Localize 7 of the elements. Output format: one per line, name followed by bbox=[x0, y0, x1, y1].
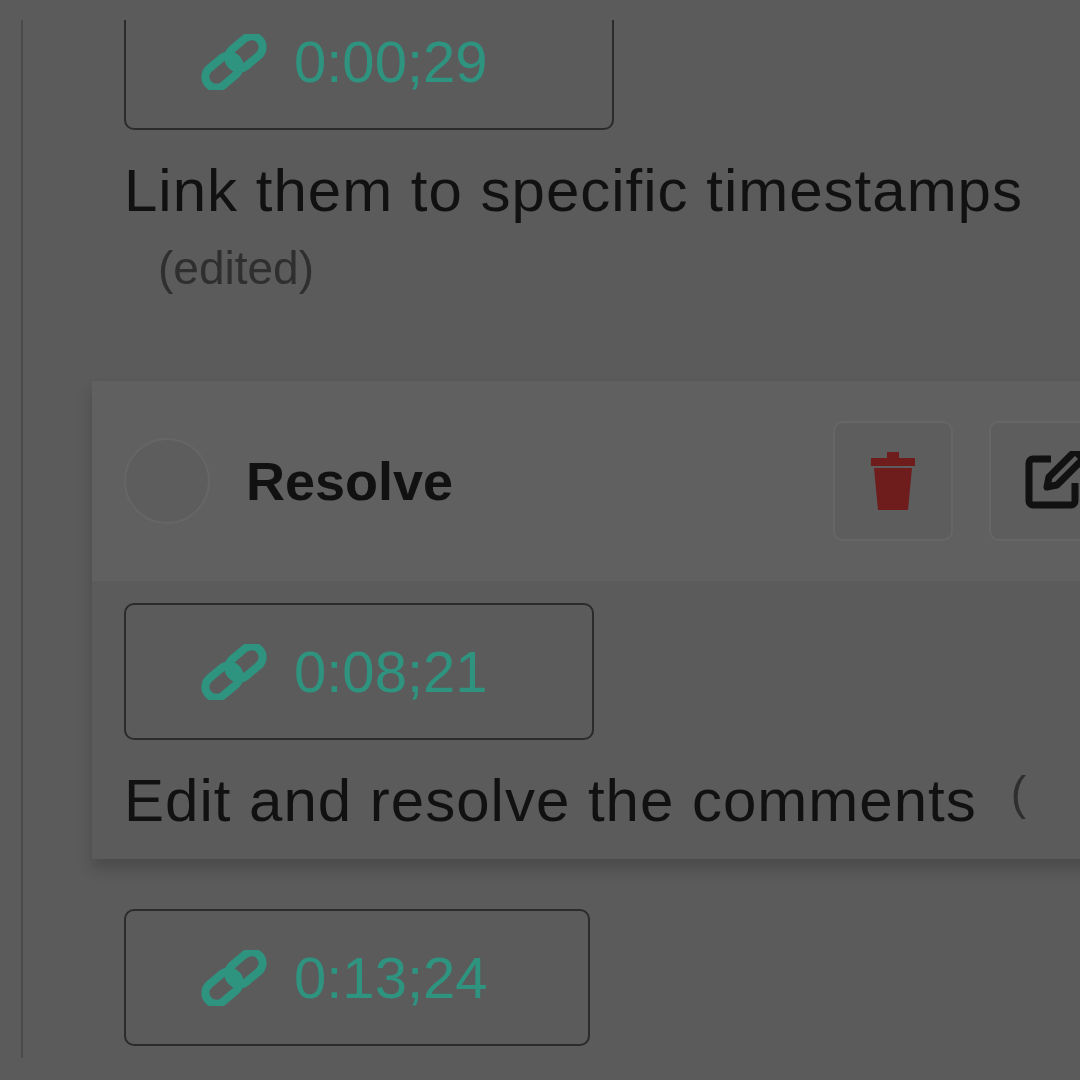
resolve-label: Resolve bbox=[246, 450, 455, 512]
comment-text: Link them to specific timestamps bbox=[124, 156, 1023, 225]
edited-label: ( bbox=[1010, 766, 1028, 821]
timestamp-button[interactable]: 0:13;24 bbox=[124, 909, 590, 1046]
timestamp-button[interactable]: 0:08;21 bbox=[124, 603, 594, 740]
timestamp-button[interactable]: 0:00;29 bbox=[124, 20, 614, 130]
comment-text: Edit and resolve the comments bbox=[124, 766, 977, 835]
